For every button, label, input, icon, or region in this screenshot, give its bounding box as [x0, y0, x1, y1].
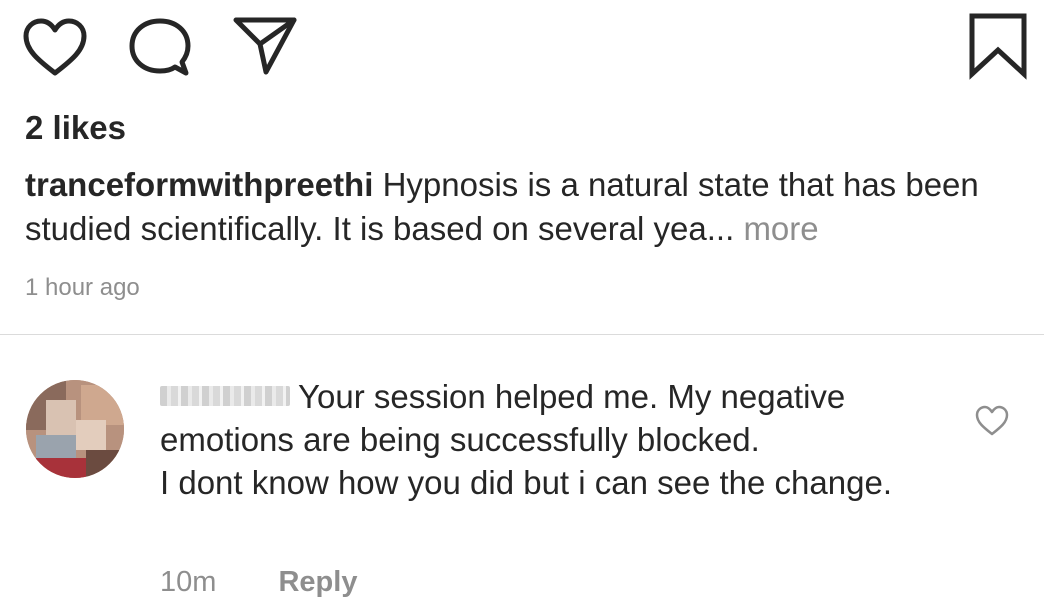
post-action-bar — [0, 0, 1044, 90]
speech-bubble-icon[interactable] — [126, 16, 194, 80]
comment-body: Your session helped me. My negative emot… — [160, 375, 950, 504]
post-caption: tranceformwithpreethi Hypnosis is a natu… — [25, 163, 1015, 251]
comment-meta: 10m Reply — [160, 562, 357, 602]
paper-plane-icon[interactable] — [230, 14, 300, 78]
likes-count[interactable]: 2 likes — [25, 108, 126, 148]
heart-icon[interactable] — [20, 16, 90, 80]
comment-heart-icon[interactable] — [974, 404, 1010, 438]
avatar[interactable] — [26, 380, 124, 478]
caption-ellipsis: ... — [706, 210, 735, 247]
more-link[interactable]: more — [743, 210, 818, 247]
caption-username[interactable]: tranceformwithpreethi — [25, 166, 373, 203]
divider — [0, 334, 1044, 335]
reply-button[interactable]: Reply — [278, 566, 357, 598]
post-timestamp: 1 hour ago — [25, 274, 140, 301]
bookmark-icon[interactable] — [966, 12, 1030, 80]
comment-username-blurred[interactable] — [160, 386, 290, 406]
comment-time: 10m — [160, 566, 217, 598]
